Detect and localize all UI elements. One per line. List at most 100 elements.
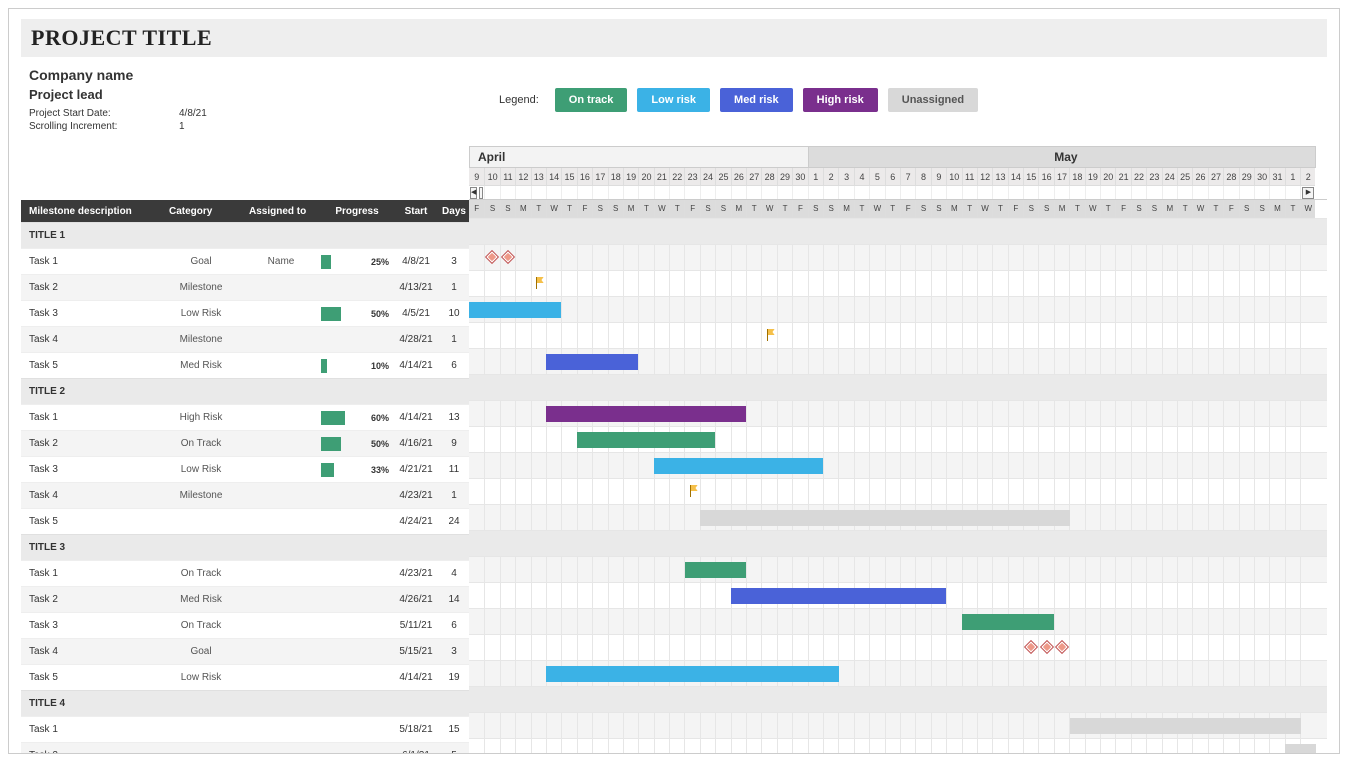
task-desc: Task 4 xyxy=(21,334,161,345)
task-desc: Task 3 xyxy=(21,308,161,319)
gantt-bar[interactable] xyxy=(731,588,947,604)
day-number-cell: 1 xyxy=(808,168,823,186)
scroll-left-button[interactable]: ◀ xyxy=(470,187,477,199)
task-row[interactable]: Task 5Low Risk4/14/2119 xyxy=(21,664,469,690)
section-title: TITLE 3 xyxy=(21,534,469,560)
day-number-cell: 16 xyxy=(1038,168,1053,186)
task-row[interactable]: Task 15/18/2115 xyxy=(21,716,469,742)
day-number-cell: 13 xyxy=(992,168,1007,186)
task-days: 5 xyxy=(439,750,469,754)
gantt-row xyxy=(469,426,1327,452)
day-number-cell: 17 xyxy=(592,168,607,186)
gantt-bar[interactable] xyxy=(546,406,746,422)
task-row[interactable]: Task 4Goal5/15/213 xyxy=(21,638,469,664)
gantt-bar[interactable] xyxy=(685,562,747,578)
task-progress xyxy=(321,720,393,740)
task-table: Milestone description Category Assigned … xyxy=(21,146,469,754)
gantt-row xyxy=(469,712,1327,738)
task-row[interactable]: Task 1High Risk60%4/14/2113 xyxy=(21,404,469,430)
gantt-bar[interactable] xyxy=(546,354,638,370)
gantt-bar[interactable] xyxy=(577,432,716,448)
weekday-cell: T xyxy=(962,200,977,218)
scroll-right-button[interactable]: ▶ xyxy=(1302,187,1314,199)
weekday-cell: T xyxy=(638,200,653,218)
task-row[interactable]: Task 3On Track5/11/216 xyxy=(21,612,469,638)
weekday-cell: S xyxy=(1254,200,1269,218)
weekday-cell: T xyxy=(669,200,684,218)
gantt-bar[interactable] xyxy=(1285,744,1316,754)
task-desc: Task 1 xyxy=(21,412,161,423)
weekday-cell: S xyxy=(484,200,499,218)
task-row[interactable]: Task 5Med Risk10%4/14/216 xyxy=(21,352,469,378)
task-start: 5/18/21 xyxy=(393,724,439,735)
legend-chip-low_risk: Low risk xyxy=(637,88,710,112)
weekday-cell: S xyxy=(608,200,623,218)
gantt-row xyxy=(469,452,1327,478)
day-number-cell: 22 xyxy=(669,168,684,186)
weekday-cell: S xyxy=(700,200,715,218)
gantt-bar[interactable] xyxy=(654,458,823,474)
task-desc: Task 5 xyxy=(21,672,161,683)
start-date-label: Project Start Date: xyxy=(29,108,139,119)
weekday-cell: T xyxy=(746,200,761,218)
scroll-incr-value[interactable]: 1 xyxy=(179,121,185,132)
gantt-row xyxy=(469,478,1327,504)
task-row[interactable]: Task 1GoalName25%4/8/213 xyxy=(21,248,469,274)
legend-label: Legend: xyxy=(499,94,539,106)
task-row[interactable]: Task 2Med Risk4/26/2114 xyxy=(21,586,469,612)
day-number-cell: 16 xyxy=(577,168,592,186)
gantt-row xyxy=(469,608,1327,634)
gantt-row xyxy=(469,400,1327,426)
day-number-cell: 25 xyxy=(715,168,730,186)
gantt-bar[interactable] xyxy=(546,666,839,682)
task-desc: Task 2 xyxy=(21,282,161,293)
task-desc: Task 2 xyxy=(21,594,161,605)
task-days: 11 xyxy=(439,464,469,475)
task-row[interactable]: Task 1On Track4/23/214 xyxy=(21,560,469,586)
months-header: AprilMay xyxy=(469,146,1327,168)
weekday-cell: S xyxy=(1023,200,1038,218)
task-row[interactable]: Task 3Low Risk33%4/21/2111 xyxy=(21,456,469,482)
weekday-cell: S xyxy=(1239,200,1254,218)
day-number-cell: 20 xyxy=(638,168,653,186)
task-days: 14 xyxy=(439,594,469,605)
scroll-track[interactable] xyxy=(479,187,483,199)
scroller-row: ◀ ▶ xyxy=(469,186,1327,200)
task-progress xyxy=(321,330,393,350)
task-row[interactable]: Task 3Low Risk50%4/5/2110 xyxy=(21,300,469,326)
task-days: 6 xyxy=(439,360,469,371)
task-start: 4/21/21 xyxy=(393,464,439,475)
day-number-cell: 1 xyxy=(1285,168,1300,186)
task-row[interactable]: Task 4Milestone4/23/211 xyxy=(21,482,469,508)
gantt-bar[interactable] xyxy=(469,302,561,318)
task-row[interactable]: Task 2Milestone4/13/211 xyxy=(21,274,469,300)
col-category: Category xyxy=(161,206,241,217)
day-number-cell: 10 xyxy=(946,168,961,186)
weekday-cell: T xyxy=(531,200,546,218)
meta-row: Company name Project lead Project Start … xyxy=(21,67,1327,132)
weekday-cell: S xyxy=(931,200,946,218)
start-date-value[interactable]: 4/8/21 xyxy=(179,108,207,119)
gantt-bar[interactable] xyxy=(700,510,1070,526)
day-number-cell: 13 xyxy=(531,168,546,186)
task-row[interactable]: Task 2On Track50%4/16/219 xyxy=(21,430,469,456)
gantt-panel: AprilMay 9101112131415161718192021222324… xyxy=(469,146,1327,754)
task-row[interactable]: Task 54/24/2124 xyxy=(21,508,469,534)
task-desc: Task 1 xyxy=(21,256,161,267)
page-title: PROJECT TITLE xyxy=(31,25,1317,51)
task-start: 4/24/21 xyxy=(393,516,439,527)
task-progress xyxy=(321,278,393,298)
weekday-cell: F xyxy=(469,200,484,218)
task-category: Low Risk xyxy=(161,308,241,319)
day-number-cell: 23 xyxy=(1146,168,1161,186)
weekday-cell: W xyxy=(1085,200,1100,218)
task-row[interactable]: Task 26/1/215 xyxy=(21,742,469,754)
day-number-cell: 24 xyxy=(1162,168,1177,186)
weekday-cell: F xyxy=(1223,200,1238,218)
task-row[interactable]: Task 4Milestone4/28/211 xyxy=(21,326,469,352)
gantt-bar[interactable] xyxy=(962,614,1054,630)
gantt-bar[interactable] xyxy=(1070,718,1301,734)
section-title: TITLE 2 xyxy=(21,378,469,404)
weekday-cell: M xyxy=(515,200,530,218)
day-number-cell: 7 xyxy=(900,168,915,186)
